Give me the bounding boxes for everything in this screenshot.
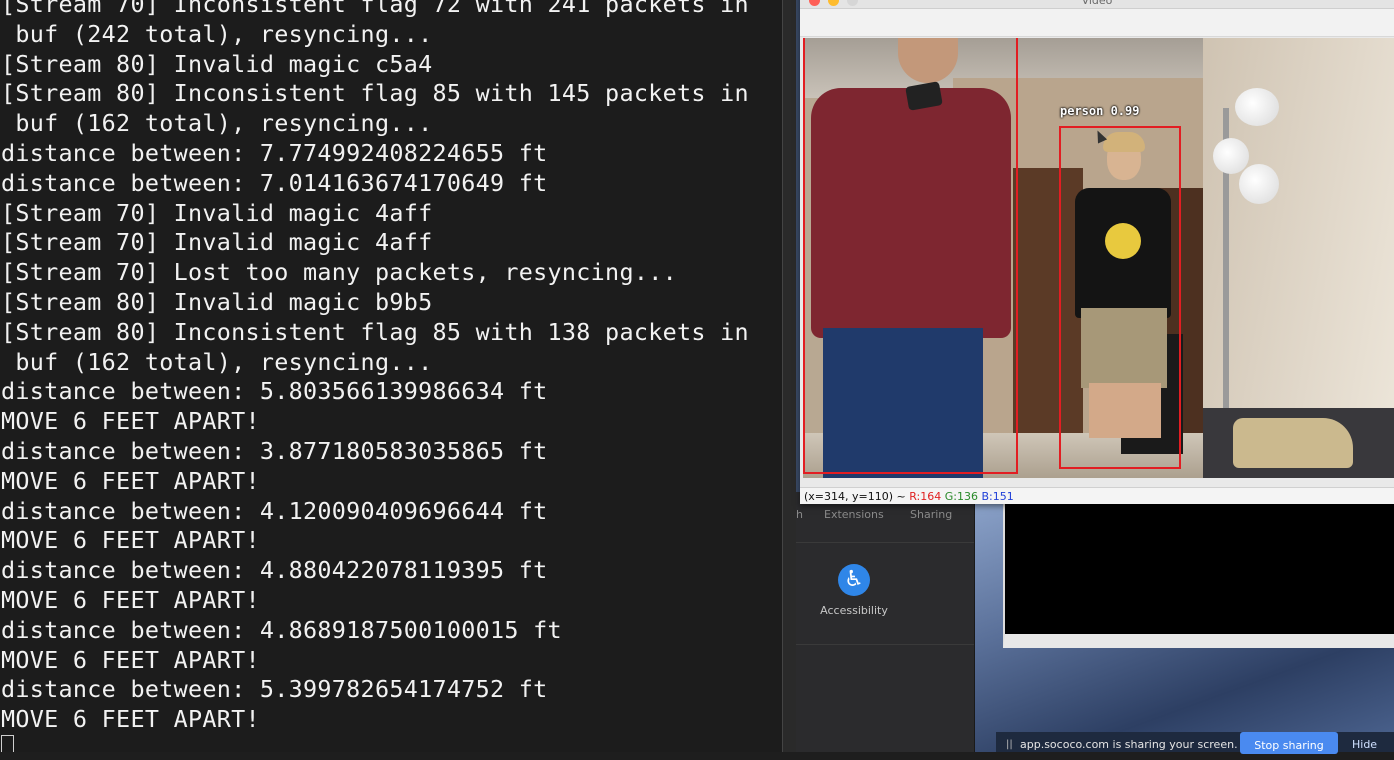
pixel-red-value: R:164 (909, 490, 942, 503)
detection-box-1 (803, 38, 1018, 474)
hide-button[interactable]: Hide (1352, 738, 1377, 751)
terminal-line: distance between: 5.399782654174752 ft (1, 675, 548, 704)
pixel-status-bar: (x=314, y=110) ~ R:164 G:136 B:151 (800, 487, 1394, 504)
scene-lamp (1235, 88, 1279, 126)
terminal-line: distance between: 4.120090409696644 ft (1, 496, 548, 525)
terminal-line: MOVE 6 FEET APART! (1, 645, 260, 674)
terminal-line: MOVE 6 FEET APART! (1, 705, 260, 734)
terminal-line: [Stream 70] Lost too many packets, resyn… (1, 258, 677, 287)
video-toolbar (800, 9, 1394, 37)
pixel-blue-value: B:151 (981, 490, 1014, 503)
terminal-window[interactable]: [Stream 70] Inconsistent flag 72 with 24… (0, 0, 782, 752)
video-window[interactable]: Video person 0.99 (x=314, y=110) ~ R:164… (800, 0, 1394, 504)
detection-label: person 0.99 (1060, 104, 1140, 118)
terminal-line: distance between: 5.803566139986634 ft (1, 377, 548, 406)
drag-handle-icon[interactable]: || (1006, 739, 1013, 750)
divider (796, 644, 974, 645)
detection-box-2 (1059, 126, 1181, 469)
pixel-green-value: G:136 (944, 490, 978, 503)
tab-sharing[interactable]: Sharing (910, 508, 952, 521)
screen-share-bar: || app.sococo.com is sharing your screen… (996, 732, 1394, 754)
accessibility-icon: ♿ (838, 564, 870, 596)
terminal-line: [Stream 80] Inconsistent flag 85 with 14… (1, 79, 749, 108)
accessibility-label: Accessibility (820, 604, 888, 617)
preferences-panel: h Extensions Sharing ♿ Accessibility (796, 492, 975, 752)
title-bar[interactable]: Video (800, 0, 1394, 9)
tab-extensions[interactable]: Extensions (824, 508, 884, 521)
terminal-line: MOVE 6 FEET APART! (1, 407, 260, 436)
terminal-line: distance between: 3.877180583035865 ft (1, 436, 548, 465)
share-message: app.sococo.com is sharing your screen. (1020, 738, 1238, 751)
camera-frame[interactable]: person 0.99 (803, 38, 1394, 478)
terminal-line: [Stream 80] Invalid magic b9b5 (1, 287, 433, 316)
window-divider (782, 0, 797, 752)
terminal-line: distance between: 7.014163674170649 ft (1, 168, 548, 197)
terminal-line: buf (242 total), resyncing... (1, 19, 433, 48)
accessibility-pref-item[interactable]: ♿ Accessibility (806, 552, 946, 642)
terminal-line: MOVE 6 FEET APART! (1, 466, 260, 495)
tab-partial[interactable]: h (796, 508, 803, 521)
terminal-line: MOVE 6 FEET APART! (1, 585, 260, 614)
terminal-line: buf (162 total), resyncing... (1, 109, 433, 138)
scene-blanket (1233, 418, 1353, 468)
terminal-line: [Stream 70] Invalid magic 4aff (1, 228, 433, 257)
terminal-line: buf (162 total), resyncing... (1, 347, 433, 376)
terminal-line: [Stream 70] Invalid magic 4aff (1, 198, 433, 227)
scene-lamp (1239, 164, 1279, 204)
terminal-line: [Stream 80] Invalid magic c5a4 (1, 49, 433, 78)
terminal-line: distance between: 4.880422078119395 ft (1, 556, 548, 585)
terminal-line: [Stream 80] Inconsistent flag 85 with 13… (1, 317, 749, 346)
terminal-cursor (1, 735, 14, 752)
stop-sharing-button[interactable]: Stop sharing (1240, 732, 1338, 754)
background-window[interactable] (1003, 504, 1394, 648)
terminal-line: distance between: 4.8689187500100015 ft (1, 615, 562, 644)
terminal-line: MOVE 6 FEET APART! (1, 526, 260, 555)
terminal-line: distance between: 7.774992408224655 ft (1, 138, 548, 167)
terminal-line: [Stream 70] Inconsistent flag 72 with 24… (1, 0, 749, 18)
pixel-coords: (x=314, y=110) ~ (804, 490, 910, 503)
terminal-output: [Stream 70] Inconsistent flag 72 with 24… (1, 0, 749, 735)
scene-lamp (1213, 138, 1249, 174)
